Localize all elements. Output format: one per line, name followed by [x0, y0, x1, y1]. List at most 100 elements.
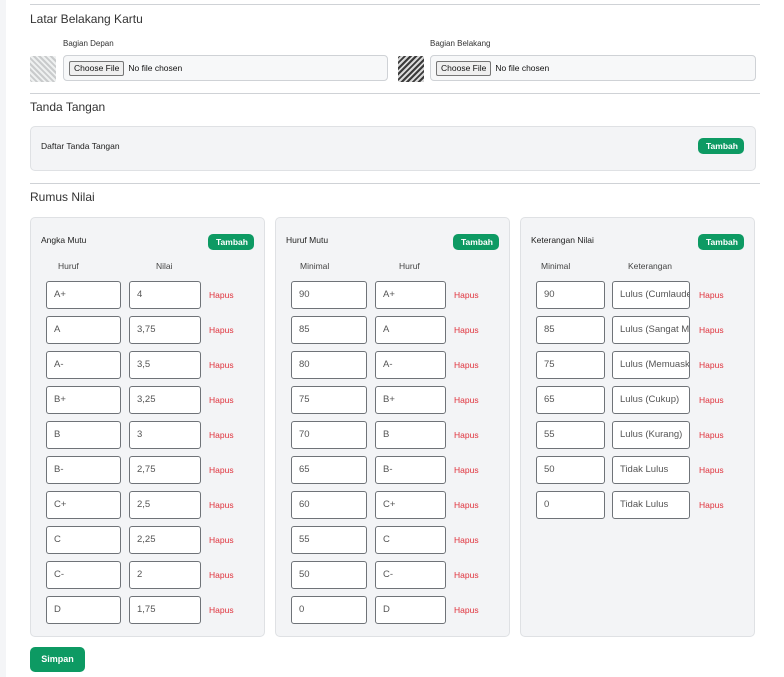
- delete-row-link[interactable]: Hapus: [454, 535, 479, 545]
- keterangan-nilai-input-col2[interactable]: Tidak Lulus: [612, 491, 690, 519]
- delete-row-link[interactable]: Hapus: [454, 290, 479, 300]
- add-angka-mutu-button[interactable]: Tambah: [208, 234, 254, 250]
- delete-row-link[interactable]: Hapus: [699, 290, 724, 300]
- angka-mutu-input-col1[interactable]: D: [46, 596, 121, 624]
- keterangan-nilai-input-col1[interactable]: 65: [536, 386, 605, 414]
- panel-title-angka-mutu: Angka Mutu: [41, 235, 87, 245]
- add-signature-button[interactable]: Tambah: [698, 138, 744, 154]
- huruf-mutu-input-col1[interactable]: 70: [291, 421, 367, 449]
- keterangan-nilai-input-col1[interactable]: 55: [536, 421, 605, 449]
- delete-row-link[interactable]: Hapus: [454, 325, 479, 335]
- huruf-mutu-input-col1[interactable]: 50: [291, 561, 367, 589]
- angka-mutu-input-col2[interactable]: 2: [129, 561, 201, 589]
- huruf-mutu-input-col2[interactable]: C: [375, 526, 446, 554]
- keterangan-nilai-input-col2[interactable]: Lulus (Kurang): [612, 421, 690, 449]
- huruf-mutu-input-col1[interactable]: 85: [291, 316, 367, 344]
- keterangan-nilai-input-col1[interactable]: 50: [536, 456, 605, 484]
- angka-mutu-input-col1[interactable]: A+: [46, 281, 121, 309]
- front-choose-file-button[interactable]: Choose File: [69, 60, 125, 76]
- delete-row-link[interactable]: Hapus: [454, 360, 479, 370]
- delete-row-link[interactable]: Hapus: [209, 605, 234, 615]
- delete-row-link[interactable]: Hapus: [209, 360, 234, 370]
- panel-title-keterangan-nilai: Keterangan Nilai: [531, 235, 594, 245]
- delete-row-link[interactable]: Hapus: [454, 430, 479, 440]
- delete-row-link[interactable]: Hapus: [209, 290, 234, 300]
- huruf-mutu-input-col2[interactable]: B-: [375, 456, 446, 484]
- angka-mutu-input-col1[interactable]: A-: [46, 351, 121, 379]
- delete-row-link[interactable]: Hapus: [209, 395, 234, 405]
- delete-row-link[interactable]: Hapus: [209, 325, 234, 335]
- keterangan-nilai-input-col2[interactable]: Tidak Lulus: [612, 456, 690, 484]
- delete-row-link[interactable]: Hapus: [209, 570, 234, 580]
- delete-row-link[interactable]: Hapus: [209, 535, 234, 545]
- angka-mutu-input-col1[interactable]: C: [46, 526, 121, 554]
- keterangan-nilai-input-col2[interactable]: Lulus (Sangat Memuaskan): [612, 316, 690, 344]
- delete-row-link[interactable]: Hapus: [454, 395, 479, 405]
- angka-mutu-input-col1[interactable]: B: [46, 421, 121, 449]
- keterangan-nilai-input-col1[interactable]: 85: [536, 316, 605, 344]
- back-choose-file-button[interactable]: Choose File: [436, 60, 492, 76]
- huruf-mutu-input-col2[interactable]: A: [375, 316, 446, 344]
- delete-row-link[interactable]: Hapus: [209, 465, 234, 475]
- angka-mutu-input-col2[interactable]: 3: [129, 421, 201, 449]
- angka-mutu-input-col1[interactable]: B+: [46, 386, 121, 414]
- keterangan-nilai-input-col2[interactable]: Lulus (Cumlaude): [612, 281, 690, 309]
- grade-section-title: Rumus Nilai: [30, 190, 95, 204]
- huruf-mutu-input-col2[interactable]: B: [375, 421, 446, 449]
- angka-mutu-input-col2[interactable]: 3,25: [129, 386, 201, 414]
- angka-mutu-input-col2[interactable]: 4: [129, 281, 201, 309]
- delete-row-link[interactable]: Hapus: [699, 430, 724, 440]
- angka-mutu-input-col2[interactable]: 1,75: [129, 596, 201, 624]
- angka-mutu-input-col2[interactable]: 2,5: [129, 491, 201, 519]
- keterangan-nilai-input-col1[interactable]: 0: [536, 491, 605, 519]
- angka-mutu-input-col2[interactable]: 3,75: [129, 316, 201, 344]
- huruf-mutu-input-col1[interactable]: 55: [291, 526, 367, 554]
- column-header: Minimal: [300, 261, 330, 271]
- angka-mutu-input-col2[interactable]: 3,5: [129, 351, 201, 379]
- back-file-input[interactable]: Choose File No file chosen: [430, 55, 756, 81]
- angka-mutu-input-col2[interactable]: 2,25: [129, 526, 201, 554]
- huruf-mutu-input-col2[interactable]: C-: [375, 561, 446, 589]
- huruf-mutu-input-col1[interactable]: 75: [291, 386, 367, 414]
- huruf-mutu-input-col2[interactable]: C+: [375, 491, 446, 519]
- huruf-mutu-input-col1[interactable]: 90: [291, 281, 367, 309]
- delete-row-link[interactable]: Hapus: [209, 500, 234, 510]
- delete-row-link[interactable]: Hapus: [699, 500, 724, 510]
- angka-mutu-input-col2[interactable]: 2,75: [129, 456, 201, 484]
- huruf-mutu-input-col1[interactable]: 60: [291, 491, 367, 519]
- huruf-mutu-input-col2[interactable]: B+: [375, 386, 446, 414]
- huruf-mutu-input-col1[interactable]: 65: [291, 456, 367, 484]
- keterangan-nilai-input-col1[interactable]: 75: [536, 351, 605, 379]
- huruf-mutu-input-col2[interactable]: A+: [375, 281, 446, 309]
- huruf-mutu-input-col1[interactable]: 80: [291, 351, 367, 379]
- top-divider: [30, 4, 760, 5]
- delete-row-link[interactable]: Hapus: [454, 570, 479, 580]
- angka-mutu-input-col1[interactable]: C-: [46, 561, 121, 589]
- huruf-mutu-input-col1[interactable]: 0: [291, 596, 367, 624]
- huruf-mutu-input-col2[interactable]: D: [375, 596, 446, 624]
- settings-page: Latar Belakang Kartu Bagian Depan Choose…: [6, 0, 784, 677]
- huruf-mutu-input-col2[interactable]: A-: [375, 351, 446, 379]
- delete-row-link[interactable]: Hapus: [454, 465, 479, 475]
- front-file-input[interactable]: Choose File No file chosen: [63, 55, 388, 81]
- keterangan-nilai-input-col2[interactable]: Lulus (Cukup): [612, 386, 690, 414]
- angka-mutu-input-col1[interactable]: C+: [46, 491, 121, 519]
- add-huruf-mutu-button[interactable]: Tambah: [453, 234, 499, 250]
- delete-row-link[interactable]: Hapus: [699, 325, 724, 335]
- delete-row-link[interactable]: Hapus: [209, 430, 234, 440]
- delete-row-link[interactable]: Hapus: [699, 465, 724, 475]
- save-button[interactable]: Simpan: [30, 647, 85, 672]
- delete-row-link[interactable]: Hapus: [454, 500, 479, 510]
- angka-mutu-input-col1[interactable]: B-: [46, 456, 121, 484]
- column-header: Minimal: [541, 261, 571, 271]
- delete-row-link[interactable]: Hapus: [454, 605, 479, 615]
- column-header: Keterangan: [628, 261, 672, 271]
- keterangan-nilai-input-col2[interactable]: Lulus (Memuaskan): [612, 351, 690, 379]
- panel-huruf-mutu: Huruf Mutu Tambah Minimal Huruf 90 A+ Hapus 85 A…: [275, 217, 510, 637]
- angka-mutu-input-col1[interactable]: A: [46, 316, 121, 344]
- delete-row-link[interactable]: Hapus: [699, 360, 724, 370]
- delete-row-link[interactable]: Hapus: [699, 395, 724, 405]
- keterangan-nilai-input-col1[interactable]: 90: [536, 281, 605, 309]
- back-label: Bagian Belakang: [430, 39, 491, 48]
- add-keterangan-nilai-button[interactable]: Tambah: [698, 234, 744, 250]
